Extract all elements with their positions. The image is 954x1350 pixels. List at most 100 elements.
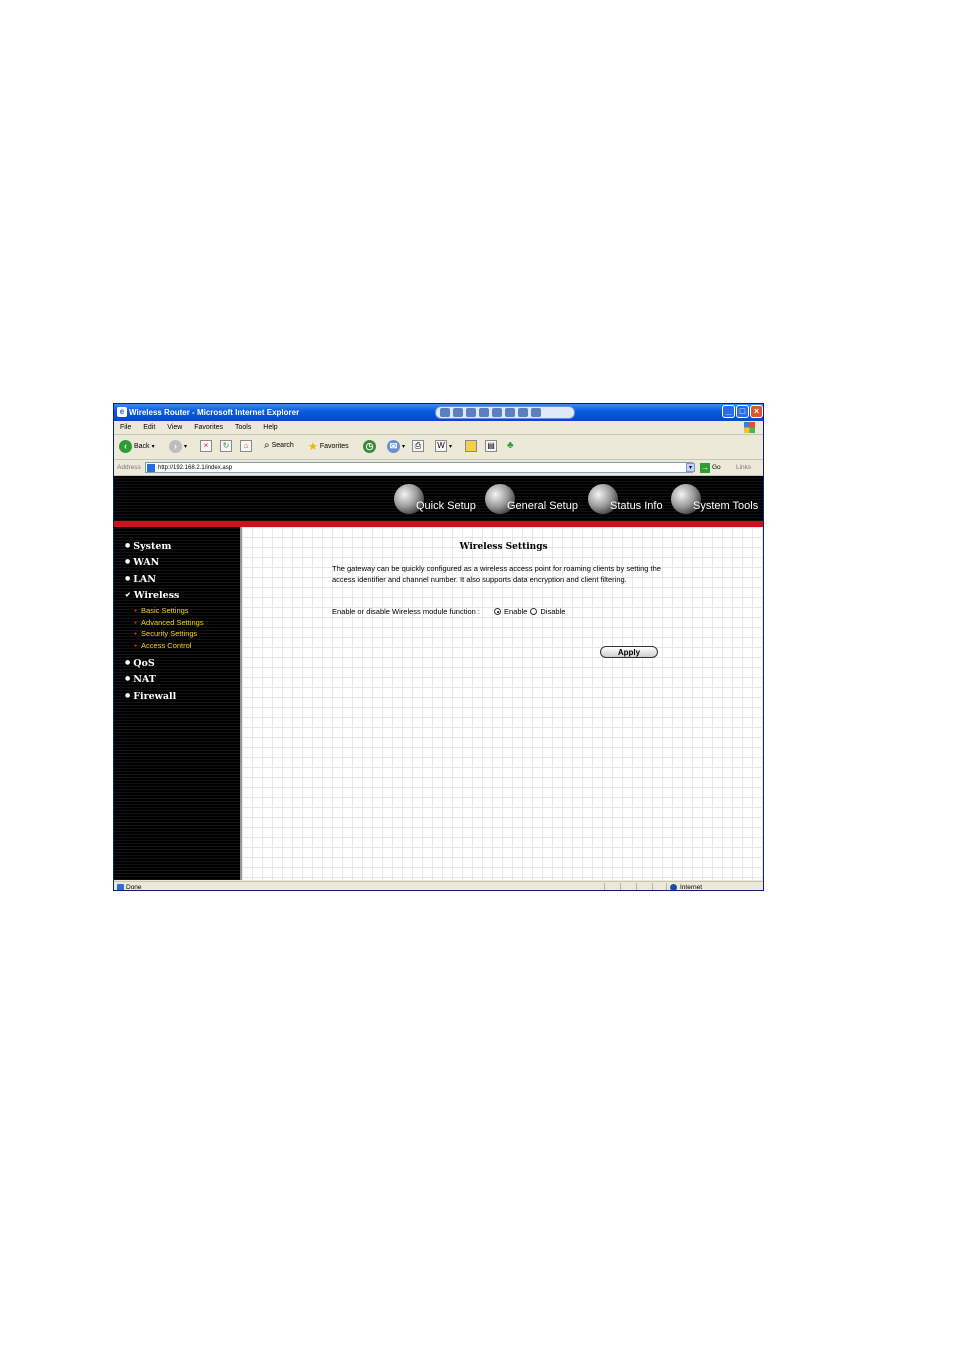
print-button[interactable]: ⎙ (412, 440, 424, 452)
go-button[interactable]: → Go (700, 460, 721, 475)
menu-tools[interactable]: Tools (235, 424, 251, 431)
status-divider (636, 883, 637, 890)
sidebar-sub-access-control[interactable]: Access Control (134, 641, 191, 650)
mail-button[interactable]: ✉ ▾ (387, 440, 405, 453)
windows-logo-icon (744, 422, 755, 433)
home-icon: ⌂ (240, 440, 252, 452)
wireless-function-label: Enable or disable Wireless module functi… (332, 607, 480, 616)
page-title: Wireless Settings (459, 542, 548, 552)
menu-favorites[interactable]: Favorites (194, 424, 223, 431)
messenger-button[interactable]: ♣ (507, 440, 514, 451)
menu-bar: File Edit View Favorites Tools Help (114, 421, 763, 435)
status-divider (620, 883, 621, 890)
sidebar-item-firewall[interactable]: Firewall (125, 691, 176, 702)
printer-icon: ⎙ (412, 440, 424, 452)
disable-label[interactable]: Disable (540, 607, 565, 616)
sidebar-item-system[interactable]: System (125, 541, 171, 552)
links-button[interactable]: Links (736, 460, 751, 475)
address-bar: Address http://192.168.2.1/index.asp ▾ →… (114, 460, 763, 476)
nav-status-info[interactable]: Status Info (588, 484, 663, 514)
close-button[interactable]: × (750, 405, 763, 418)
tool-icon[interactable] (466, 408, 476, 417)
sidebar-item-wan[interactable]: WAN (125, 557, 159, 568)
back-button[interactable]: ‹ Back ▾ (119, 440, 155, 453)
web-content: Quick Setup General Setup Status Info Sy… (114, 476, 763, 880)
favorites-button[interactable]: ★ Favorites (308, 440, 349, 453)
address-url: http://192.168.2.1/index.asp (158, 465, 233, 471)
sidebar-item-nat[interactable]: NAT (125, 674, 156, 685)
menu-view[interactable]: View (167, 424, 182, 431)
nav-general-setup[interactable]: General Setup (485, 484, 578, 514)
tool-icon[interactable] (453, 408, 463, 417)
sidebar-item-qos[interactable]: QoS (125, 658, 154, 669)
tool-icon[interactable] (479, 408, 489, 417)
stop-icon: × (200, 440, 212, 452)
tool-icon[interactable] (505, 408, 515, 417)
tool-icon[interactable] (531, 408, 541, 417)
title-toolbar (435, 406, 575, 419)
search-icon: ⌕ (264, 440, 270, 451)
apply-button[interactable]: Apply (600, 646, 658, 658)
enable-label[interactable]: Enable (504, 607, 527, 616)
sidebar-item-wireless[interactable]: Wireless (125, 590, 180, 601)
stop-button[interactable]: × (200, 440, 212, 452)
discuss-button[interactable] (465, 440, 477, 452)
wireless-function-row: Enable or disable Wireless module functi… (332, 607, 565, 616)
tool-icon[interactable] (492, 408, 502, 417)
dropdown-arrow-icon: ▾ (151, 444, 155, 450)
status-bar: Done Internet (114, 881, 763, 891)
page-icon (117, 884, 124, 890)
back-label: Back (134, 443, 150, 450)
tool-icon[interactable] (440, 408, 450, 417)
tool-icon[interactable] (518, 408, 528, 417)
mail-icon: ✉ (387, 440, 400, 453)
address-dropdown-icon[interactable]: ▾ (686, 463, 695, 472)
history-icon: ◷ (363, 440, 376, 453)
word-icon: W (435, 440, 447, 452)
status-divider (666, 883, 667, 890)
history-button[interactable]: ◷ (363, 440, 376, 453)
page-icon (147, 464, 155, 472)
maximize-button[interactable]: □ (736, 405, 749, 418)
sidebar-sub-basic-settings[interactable]: Basic Settings (134, 606, 189, 615)
router-header: Quick Setup General Setup Status Info Sy… (114, 476, 763, 521)
forward-button[interactable]: › ▾ (169, 440, 187, 453)
sidebar-sub-advanced-settings[interactable]: Advanced Settings (134, 618, 204, 627)
search-label: Search (271, 442, 294, 449)
browser-window: e Wireless Router - Microsoft Internet E… (113, 403, 764, 891)
enable-radio[interactable] (494, 608, 501, 615)
status-divider (604, 883, 605, 890)
menu-help[interactable]: Help (263, 424, 277, 431)
edit-button[interactable]: W ▾ (435, 440, 452, 452)
star-icon: ★ (308, 441, 318, 453)
status-text: Done (126, 884, 142, 891)
home-button[interactable]: ⌂ (240, 440, 252, 452)
status-divider (652, 883, 653, 890)
minimize-button[interactable]: _ (722, 405, 735, 418)
security-zone: Internet (670, 882, 703, 891)
favorites-label: Favorites (319, 443, 349, 450)
address-label: Address (117, 464, 141, 471)
refresh-button[interactable]: ↻ (220, 440, 232, 452)
dropdown-arrow-icon: ▾ (402, 444, 406, 450)
address-input[interactable]: http://192.168.2.1/index.asp (145, 462, 693, 473)
menu-file[interactable]: File (120, 424, 131, 431)
sidebar-sub-security-settings[interactable]: Security Settings (134, 629, 197, 638)
search-button[interactable]: ⌕ Search (264, 440, 294, 451)
research-button[interactable]: ▤ (485, 440, 497, 452)
nav-quick-setup[interactable]: Quick Setup (394, 484, 476, 514)
disable-radio[interactable] (530, 608, 538, 615)
zone-label: Internet (680, 884, 703, 891)
sidebar-item-lan[interactable]: LAN (125, 574, 156, 585)
ie-icon: e (117, 407, 127, 417)
back-arrow-icon: ‹ (119, 440, 132, 453)
go-label: Go (712, 464, 721, 471)
nav-system-tools[interactable]: System Tools (671, 484, 758, 514)
menu-edit[interactable]: Edit (143, 424, 155, 431)
dropdown-arrow-icon: ▾ (449, 443, 453, 450)
status-done: Done (117, 882, 142, 891)
internet-globe-icon (670, 884, 677, 890)
dropdown-arrow-icon: ▾ (184, 444, 188, 450)
folder-icon (465, 440, 477, 452)
book-icon: ▤ (485, 440, 497, 452)
